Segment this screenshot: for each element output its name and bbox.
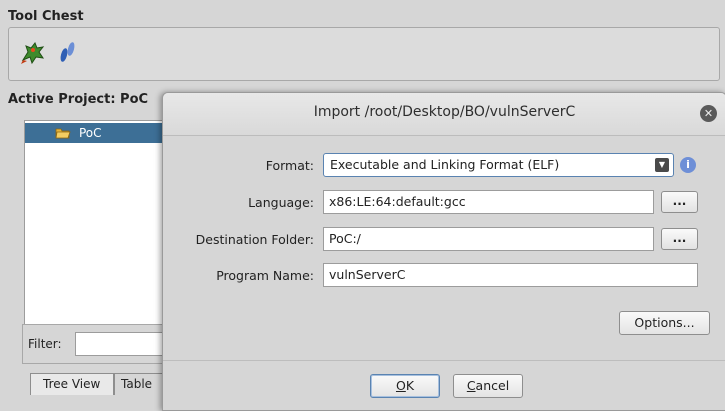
language-label: Language:: [248, 195, 314, 210]
destination-field[interactable]: PoC:/: [323, 227, 654, 251]
tree-item-poc[interactable]: PoC: [25, 123, 173, 143]
tree-item-label: PoC: [79, 126, 102, 140]
ok-mnemonic: O: [395, 378, 406, 393]
dialog-divider: [163, 360, 725, 361]
destination-label: Destination Folder:: [195, 232, 314, 247]
chevron-down-icon[interactable]: ▼: [655, 158, 669, 172]
format-label: Format:: [265, 158, 314, 173]
language-field[interactable]: x86:LE:64:default:gcc: [323, 190, 654, 214]
import-dialog: Import /root/Desktop/BO/vulnServerC ✕ Fo…: [162, 92, 725, 411]
filter-area: Filter:: [22, 324, 185, 364]
ok-label: K: [405, 378, 415, 393]
info-icon[interactable]: i: [680, 157, 696, 173]
ok-button[interactable]: OK: [370, 374, 440, 398]
folder-icon: [55, 126, 71, 140]
active-project-title: Active Project: PoC: [8, 92, 149, 107]
dragon-icon[interactable]: [19, 38, 47, 66]
destination-browse-button[interactable]: ...: [661, 228, 698, 250]
program-name-field[interactable]: vulnServerC: [323, 263, 698, 287]
cancel-label: ancel: [475, 378, 510, 393]
dialog-titlebar[interactable]: Import /root/Desktop/BO/vulnServerC ✕: [163, 93, 725, 136]
dialog-title: Import /root/Desktop/BO/vulnServerC: [313, 104, 576, 120]
language-browse-button[interactable]: ...: [661, 191, 698, 213]
options-button[interactable]: Options...: [619, 311, 710, 335]
tool-chest-panel: [8, 27, 720, 81]
tool-chest-title: Tool Chest: [8, 9, 84, 24]
format-value: Executable and Linking Format (ELF): [330, 157, 560, 172]
filter-label: Filter:: [28, 337, 62, 351]
cancel-mnemonic: C: [466, 378, 476, 393]
format-select[interactable]: Executable and Linking Format (ELF) ▼: [323, 153, 674, 177]
tab-tree-view[interactable]: Tree View: [30, 373, 114, 395]
close-icon[interactable]: ✕: [700, 105, 717, 122]
footprints-icon[interactable]: [53, 38, 81, 66]
project-tree[interactable]: PoC: [24, 120, 174, 325]
cancel-button[interactable]: Cancel: [453, 374, 523, 398]
program-name-label: Program Name:: [216, 268, 314, 283]
